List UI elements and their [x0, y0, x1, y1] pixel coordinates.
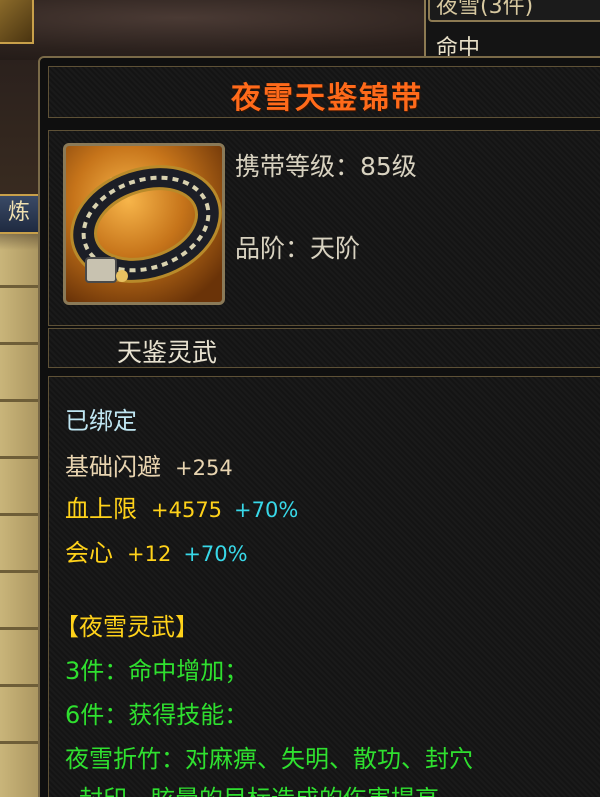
item-name: 夜雪天鉴锦带: [231, 81, 423, 116]
game-screen: 炼 夜雪(3件) 命中 夜雪天鉴锦带 携带等级：85级 品阶：天阶 天鉴灵武 已…: [0, 0, 600, 797]
item-grade: 品阶：天阶: [235, 234, 361, 263]
stat-bonus: +70%: [234, 498, 299, 522]
stat-row-dodge: 基础闪避 +254: [65, 447, 233, 482]
stat-value: +12: [127, 542, 172, 566]
item-info-section: 携带等级：85级 品阶：天阶: [48, 130, 600, 326]
stat-name: 会心: [65, 539, 113, 567]
corner-slot-icon[interactable]: [0, 0, 34, 44]
stat-bonus: +70%: [183, 542, 248, 566]
compare-panel-title: 夜雪(3件): [428, 0, 600, 22]
tooltip-header: 夜雪天鉴锦带: [48, 66, 600, 118]
stat-row-hp: 血上限 +4575 +70%: [65, 489, 298, 524]
stat-value: +4575: [151, 498, 223, 522]
set-bonus-6: 6件：获得技能：: [65, 701, 249, 729]
attributes-section: 已绑定 基础闪避 +254 血上限 +4575 +70% 会心 +12 +70% 【夜雪灵…: [48, 376, 600, 797]
bound-status: 已绑定: [65, 407, 137, 435]
stat-row-crit: 会心 +12 +70%: [65, 533, 248, 568]
set-name: 天鉴灵武: [117, 338, 218, 367]
item-tooltip: 夜雪天鉴锦带 携带等级：85级 品阶：天阶 天鉴灵武 已绑定 基础闪避 +254…: [38, 56, 600, 797]
stat-name: 基础闪避: [65, 453, 161, 481]
skill-description-cont: 、封印、眩晕的目标造成的伤害提高: [55, 779, 439, 797]
stat-name: 血上限: [65, 495, 137, 523]
stat-value: +254: [175, 456, 233, 480]
set-name-section: 天鉴灵武: [48, 328, 600, 368]
carry-level: 携带等级：85级: [235, 152, 417, 181]
set-title: 【夜雪灵武】: [55, 613, 199, 641]
set-bonus-3: 3件：命中增加；: [65, 657, 249, 685]
skill-description: 夜雪折竹：对麻痹、失明、散功、封穴: [65, 745, 473, 773]
belt-icon: [63, 143, 225, 305]
side-tab-refine[interactable]: 炼: [0, 194, 40, 234]
